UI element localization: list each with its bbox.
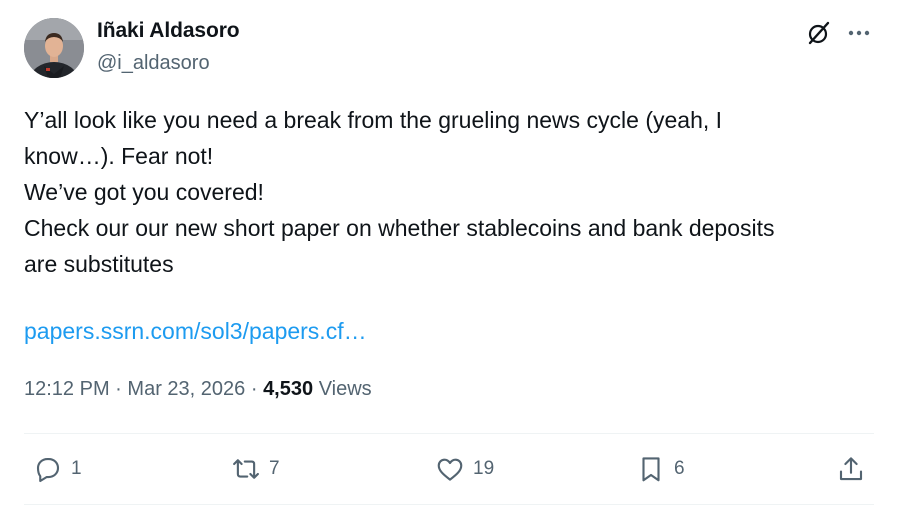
tweet-time[interactable]: 12:12 PM [24, 378, 110, 400]
tweet-link[interactable]: papers.ssrn.com/sol3/papers.cf… [24, 318, 367, 345]
tweet-line: Y’all look like you need a break from th… [24, 107, 723, 133]
tweet-line: are substitutes [24, 251, 174, 277]
reply-button[interactable]: 1 [33, 452, 82, 486]
repost-button[interactable]: 7 [231, 452, 280, 486]
meta-separator: · [115, 378, 122, 400]
bookmark-count: 6 [674, 458, 685, 479]
share-icon [839, 457, 863, 481]
tweet-line: We’ve got you covered! [24, 179, 264, 205]
repost-icon [233, 459, 259, 479]
share-button[interactable] [836, 452, 866, 486]
bookmark-icon [642, 457, 660, 482]
author-display-name[interactable]: Iñaki Aldasoro [97, 19, 240, 43]
divider [24, 504, 874, 505]
grok-icon[interactable] [806, 20, 832, 46]
views-label: Views [318, 378, 372, 400]
views-count: 4,530 [263, 378, 314, 400]
reply-count: 1 [71, 458, 82, 479]
meta-separator: · [250, 378, 258, 400]
avatar[interactable] [24, 18, 84, 78]
reply-icon [36, 457, 60, 483]
tweet-text: Y’all look like you need a break from th… [24, 102, 874, 282]
tweet-line: know…). Fear not! [24, 143, 214, 169]
tweet-meta: 12:12 PM · Mar 23, 2026 · 4,530 Views [24, 378, 372, 401]
like-button[interactable]: 19 [435, 452, 494, 486]
more-icon[interactable] [846, 20, 872, 46]
avatar-photo [24, 18, 84, 78]
divider [24, 433, 874, 434]
bookmark-button[interactable]: 6 [636, 452, 685, 486]
heart-icon [437, 458, 463, 481]
tweet-date[interactable]: Mar 23, 2026 [127, 378, 245, 400]
author-handle[interactable]: @i_aldasoro [97, 52, 210, 75]
repost-count: 7 [269, 458, 280, 479]
like-count: 19 [473, 458, 495, 479]
tweet-line: Check our our new short paper on whether… [24, 215, 775, 241]
